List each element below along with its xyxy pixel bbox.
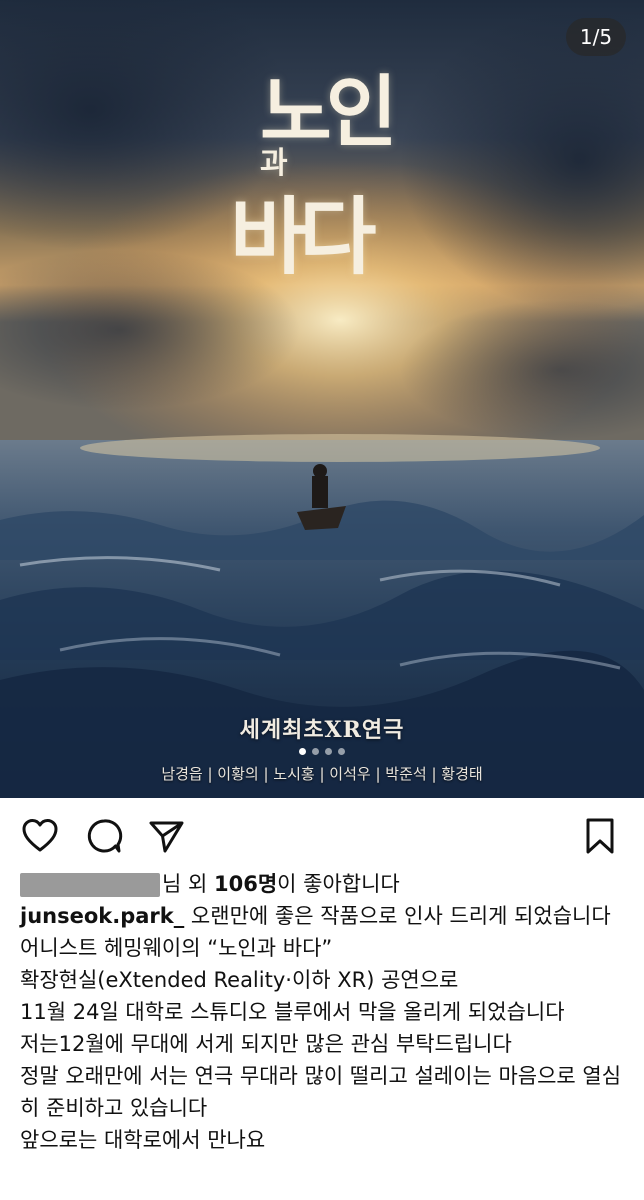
caption-first: junseok.park_ 오랜만에 좋은 작품으로 인사 드리게 되었습니다 xyxy=(20,900,630,932)
likes-count: 106명 xyxy=(214,872,278,896)
caption-line: 정말 오래만에 서는 연극 무대라 많이 떨리고 설레이는 마음으로 열심히 준… xyxy=(20,1064,622,1120)
carousel-dots[interactable] xyxy=(0,748,644,755)
action-bar xyxy=(0,812,644,862)
caption-line: 앞으로는 대학로에서 만나요 xyxy=(20,1128,266,1152)
caption-line: 어니스트 헤밍웨이의 “노인과 바다” xyxy=(20,936,333,960)
comment-icon[interactable] xyxy=(84,816,124,856)
post-image[interactable]: 1/5 노인 과 바다 세계최초XR연극 남경읍 | 이황의 | 노시홍 | 이… xyxy=(0,0,644,798)
carousel-dot[interactable] xyxy=(312,748,319,755)
likes-prefix: 님 외 xyxy=(162,872,214,896)
caption-username[interactable]: junseok.park_ xyxy=(20,904,184,928)
caption-line: 확장현실(eXtended Reality·이하 XR) 공연으로 xyxy=(20,968,459,992)
likes-summary[interactable]: 님 외 106명이 좋아합니다 xyxy=(20,868,630,900)
poster-title-line3: 바다 xyxy=(230,187,377,286)
poster-title: 노인 과 바다 xyxy=(230,50,440,286)
carousel-dot[interactable] xyxy=(338,748,345,755)
caption-text: 오랜만에 좋은 작품으로 인사 드리게 되었습니다 xyxy=(184,904,611,928)
poster-subtitle: 세계최초XR연극 xyxy=(239,717,405,743)
carousel-dot[interactable] xyxy=(325,748,332,755)
instagram-post: 1/5 노인 과 바다 세계최초XR연극 남경읍 | 이황의 | 노시홍 | 이… xyxy=(0,0,644,1200)
heart-icon[interactable] xyxy=(20,816,60,856)
post-caption: 님 외 106명이 좋아합니다 junseok.park_ 오랜만에 좋은 작품… xyxy=(20,868,630,1156)
bookmark-icon[interactable] xyxy=(580,816,620,856)
carousel-dot[interactable] xyxy=(299,748,306,755)
poster-cast: 남경읍 | 이황의 | 노시홍 | 이석우 | 박준석 | 황경태 xyxy=(161,765,483,783)
caption-line: 11월 24일 대학로 스튜디오 블루에서 막을 올리게 되었습니다 xyxy=(20,1000,565,1024)
likes-suffix: 이 좋아합니다 xyxy=(277,872,400,896)
redacted-username xyxy=(20,873,160,897)
caption-line: 저는12월에 무대에 서게 되지만 많은 관심 부탁드립니다 xyxy=(20,1032,512,1056)
image-counter: 1/5 xyxy=(566,18,626,56)
send-icon[interactable] xyxy=(146,816,186,856)
